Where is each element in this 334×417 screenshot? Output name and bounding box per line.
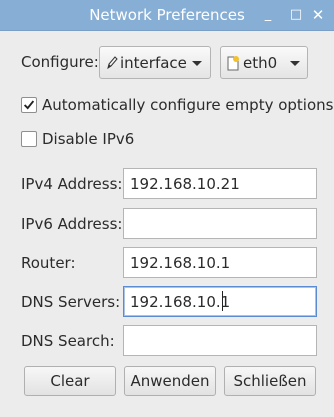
title-bar[interactable]: Network Preferences _ □ ✕	[0, 0, 334, 31]
dns-servers-value: 192.168.10.1	[130, 293, 231, 311]
ipv4-address-field[interactable]: 192.168.10.21	[123, 168, 317, 199]
minimize-button[interactable]: _	[258, 5, 278, 25]
checkmark-icon	[23, 100, 35, 110]
configure-interface-select[interactable]: eth0	[220, 46, 308, 79]
router-label: Router:	[21, 254, 76, 272]
router-value: 192.168.10.1	[130, 254, 231, 272]
apply-button[interactable]: Anwenden	[124, 366, 216, 396]
ipv6-address-label: IPv6 Address:	[21, 215, 123, 233]
file-icon	[227, 56, 239, 71]
router-field[interactable]: 192.168.10.1	[123, 247, 317, 278]
dns-search-label: DNS Search:	[21, 332, 115, 350]
configure-interface-value: eth0	[243, 54, 278, 72]
dns-search-field[interactable]	[123, 325, 317, 356]
configure-label: Configure:	[21, 53, 99, 71]
auto-configure-label[interactable]: Automatically configure empty options	[42, 96, 333, 114]
maximize-button[interactable]: □	[286, 5, 306, 25]
configure-type-select[interactable]: interface	[99, 46, 211, 79]
close-button[interactable]: Schließen	[224, 366, 316, 396]
dns-servers-field[interactable]: 192.168.10.1	[123, 286, 317, 317]
ipv4-address-label: IPv4 Address:	[21, 175, 123, 193]
clear-button[interactable]: Clear	[24, 366, 116, 396]
ipv6-address-field[interactable]	[123, 208, 317, 239]
chevron-down-icon	[192, 61, 202, 66]
disable-ipv6-label[interactable]: Disable IPv6	[42, 130, 134, 148]
network-preferences-window: Network Preferences _ □ ✕ Configure: int…	[0, 0, 334, 417]
window-title: Network Preferences	[89, 6, 245, 24]
configure-type-value: interface	[120, 54, 187, 72]
dns-servers-label: DNS Servers:	[21, 293, 121, 311]
auto-configure-checkbox[interactable]	[21, 97, 37, 113]
disable-ipv6-checkbox[interactable]	[21, 131, 37, 147]
chevron-down-icon	[290, 61, 300, 66]
ipv4-address-value: 192.168.10.21	[130, 175, 240, 193]
pencil-icon	[107, 56, 118, 70]
close-window-button[interactable]: ✕	[308, 5, 328, 25]
text-cursor	[222, 291, 223, 311]
